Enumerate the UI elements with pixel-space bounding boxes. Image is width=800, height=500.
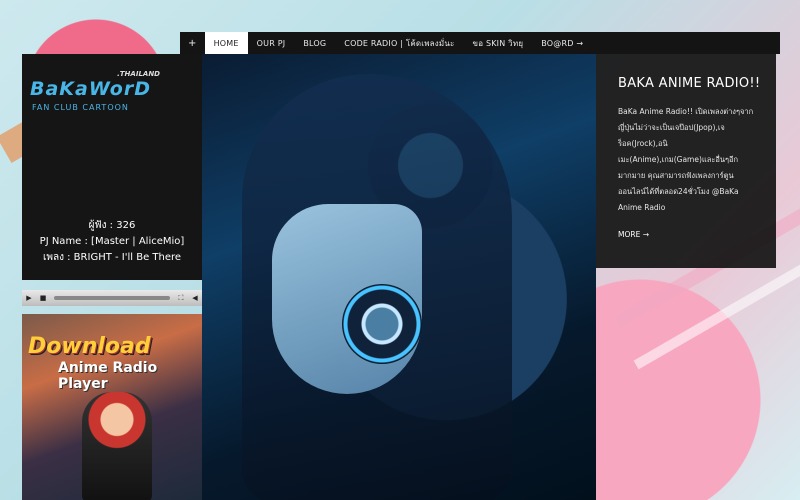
nav-item-code-radio[interactable]: CODE RADIO | โค้ดเพลงมั่นะ (335, 32, 463, 54)
nav-item-board[interactable]: BO@RD → (532, 32, 592, 54)
logo-thailand-text: .THAILAND (117, 70, 160, 78)
panel-title: BAKA ANIME RADIO!! (618, 76, 761, 91)
banner-subtitle: Anime Radio Player (58, 360, 158, 392)
nav-item-home[interactable]: HOME (204, 32, 248, 54)
logo-main-text: BaKaWorD (30, 78, 151, 100)
nav-item-skin[interactable]: ขอ SKIN วิทยุ (464, 32, 533, 54)
banner-title: Download (28, 334, 151, 359)
play-icon[interactable]: ▶ (24, 293, 34, 303)
radio-player: ▶ ■ ⛶ ◀ (22, 290, 202, 306)
nav-item-our-pj[interactable]: OUR PJ (248, 32, 295, 54)
fullscreen-icon[interactable]: ⛶ (176, 293, 186, 303)
stop-icon[interactable]: ■ (38, 293, 48, 303)
download-player-banner[interactable]: Download Anime Radio Player (22, 314, 202, 500)
pj-name: PJ Name : [Master | AliceMio] (39, 236, 185, 247)
nav-item-blog[interactable]: BLOG (294, 32, 335, 54)
progress-track[interactable] (54, 296, 170, 300)
more-link[interactable]: MORE → (618, 230, 649, 239)
now-playing-info: ผู้ฟัง : 326 PJ Name : [Master | AliceMi… (22, 218, 202, 278)
top-navigation: + HOME OUR PJ BLOG CODE RADIO | โค้ดเพลง… (180, 32, 780, 54)
hero-artwork (202, 54, 596, 500)
info-panel: BAKA ANIME RADIO!! BaKa Anime Radio!! เป… (596, 54, 776, 268)
volume-icon[interactable]: ◀ (190, 293, 200, 303)
listener-count: ผู้ฟัง : 326 (88, 220, 136, 231)
current-song: เพลง : BRIGHT - I'll Be There (42, 252, 182, 263)
headphone-icon (342, 284, 422, 364)
panel-description: BaKa Anime Radio!! เปิดเพลงต่างๆจากญี่ปุ… (618, 107, 754, 212)
logo-subtitle: FAN CLUB CARTOON (32, 103, 129, 112)
nav-plus-button[interactable]: + (180, 32, 205, 54)
site-logo[interactable]: .THAILAND BaKaWorD FAN CLUB CARTOON (30, 70, 160, 126)
banner-character-art (82, 392, 152, 500)
